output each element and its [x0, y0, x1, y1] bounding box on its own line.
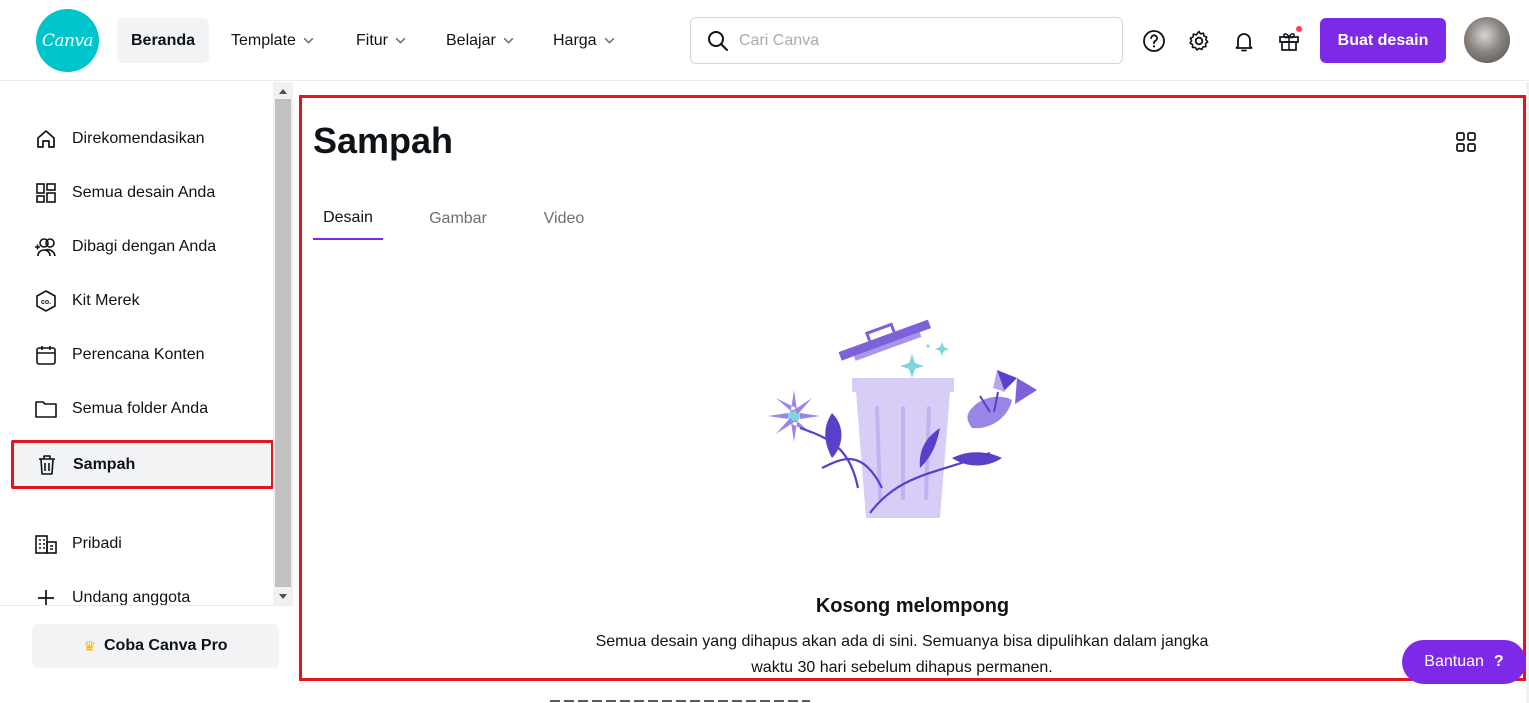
sidebar-item-label: Perencana Konten: [72, 346, 205, 363]
try-pro-button[interactable]: ♛ Coba Canva Pro: [32, 624, 279, 668]
create-design-button[interactable]: Buat desain: [1320, 18, 1446, 63]
gift-icon[interactable]: [1276, 26, 1302, 54]
nav-beranda[interactable]: Beranda: [117, 18, 210, 63]
shared-people-icon: [34, 235, 58, 259]
help-button[interactable]: Bantuan ?: [1402, 640, 1526, 684]
nav-belajar[interactable]: Belajar: [446, 18, 515, 63]
question-icon: ?: [1493, 653, 1504, 670]
calendar-icon: [34, 343, 58, 367]
sidebar-item-semua-folder[interactable]: Semua folder Anda: [12, 385, 273, 433]
sidebar-item-label: Semua desain Anda: [72, 184, 216, 201]
chevron-down-icon: [303, 37, 314, 44]
nav-label: Belajar: [446, 31, 496, 49]
sidebar-item-label: Kit Merek: [72, 292, 140, 309]
trash-icon: [35, 453, 59, 477]
search-input[interactable]: [739, 31, 1099, 50]
nav-template[interactable]: Template: [231, 18, 315, 63]
designs-grid-icon: [34, 181, 58, 205]
building-icon: [34, 532, 58, 556]
scroll-down-arrow-icon[interactable]: [273, 588, 293, 605]
search-icon: [708, 30, 728, 51]
sidebar-item-label: Dibagi dengan Anda: [72, 238, 217, 255]
sidebar-item-semua-desain[interactable]: Semua desain Anda: [12, 169, 273, 217]
trash-content-panel: Sampah Desain Gambar Video Kosong melomp…: [299, 95, 1526, 681]
page-title: Sampah: [313, 120, 454, 161]
sidebar-scrollbar[interactable]: [273, 82, 293, 605]
sidebar-item-label: Pribadi: [72, 535, 122, 552]
nav-fitur[interactable]: Fitur: [356, 18, 407, 63]
empty-trash-illustration: [768, 319, 1037, 518]
nav-label: Beranda: [131, 31, 196, 49]
sidebar-item-kit-merek[interactable]: co. Kit Merek: [12, 277, 273, 325]
sidebar-item-perencana-konten[interactable]: Perencana Konten: [12, 331, 273, 379]
clipped-text-fragment: [550, 697, 810, 703]
nav-label: Fitur: [356, 31, 388, 49]
empty-state-title: Kosong melompong: [815, 595, 1010, 617]
sidebar-item-label: Sampah: [73, 455, 136, 473]
tab-desain[interactable]: Desain: [313, 198, 383, 240]
nav-harga[interactable]: Harga: [553, 18, 616, 63]
search-bar[interactable]: [690, 17, 1123, 64]
crown-icon: ♛: [83, 637, 96, 654]
scroll-up-arrow-icon[interactable]: [273, 82, 293, 99]
notification-dot: [1296, 26, 1302, 32]
sidebar-item-sampah[interactable]: Sampah: [11, 440, 274, 489]
folder-icon: [34, 397, 58, 421]
try-pro-label: Coba Canva Pro: [103, 637, 228, 654]
bell-icon[interactable]: [1231, 28, 1257, 54]
tab-gambar[interactable]: Gambar: [417, 198, 499, 240]
grid-view-icon[interactable]: [1455, 131, 1477, 153]
help-icon[interactable]: [1141, 28, 1167, 54]
nav-label: Template: [231, 31, 296, 49]
empty-state-description: Semua desain yang dihapus akan ada di si…: [582, 629, 1222, 681]
avatar[interactable]: [1464, 17, 1510, 63]
chevron-down-icon: [604, 37, 614, 44]
chevron-down-icon: [503, 37, 514, 44]
sidebar-item-label: Semua folder Anda: [72, 400, 209, 417]
canva-logo[interactable]: Canva: [36, 9, 99, 72]
empty-state-line: waktu 30 hari sebelum dihapus permanen.: [751, 659, 1053, 676]
sidebar-item-pribadi[interactable]: Pribadi: [12, 520, 273, 568]
empty-state-line: Semua desain yang dihapus akan ada di si…: [595, 633, 1209, 650]
sidebar-item-direkomendasikan[interactable]: Direkomendasikan: [12, 115, 273, 163]
top-header: Canva Beranda Template Fitur Belajar Har…: [0, 0, 1529, 81]
sidebar-item-dibagi[interactable]: Dibagi dengan Anda: [12, 223, 273, 271]
help-button-label: Bantuan: [1424, 653, 1484, 670]
sidebar-footer: ♛ Coba Canva Pro: [0, 605, 293, 703]
sidebar-item-label: Direkomendasikan: [72, 130, 205, 147]
nav-label: Harga: [553, 31, 597, 49]
svg-text:co.: co.: [41, 299, 51, 306]
home-icon: [34, 127, 58, 151]
brand-kit-icon: co.: [34, 289, 58, 313]
gear-icon[interactable]: [1186, 28, 1212, 54]
scrollbar-thumb[interactable]: [275, 99, 291, 587]
chevron-down-icon: [395, 37, 406, 44]
tab-video[interactable]: Video: [533, 198, 595, 240]
